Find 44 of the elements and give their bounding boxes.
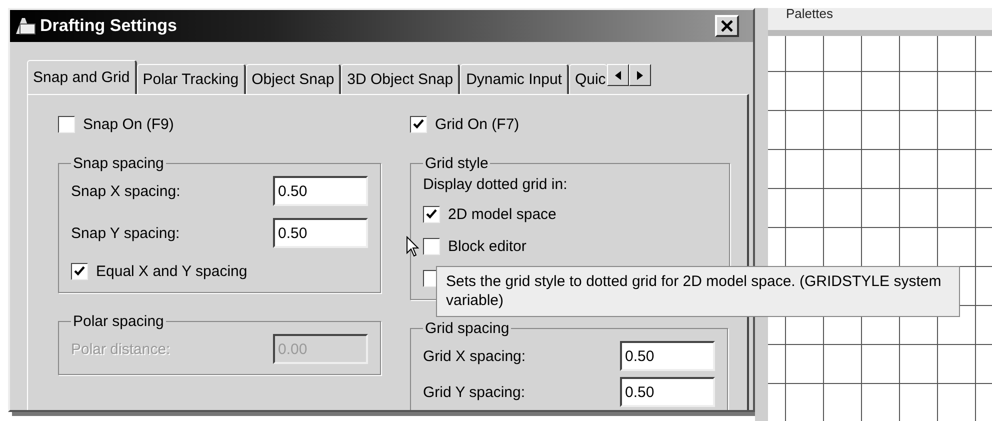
tab[interactable]: Polar Tracking [136,64,246,94]
app-logo-icon [14,16,36,36]
palette-title: Palettes [786,8,833,20]
field-label: Snap X spacing: [71,182,180,200]
field-label: Grid X spacing: [423,348,526,364]
tab[interactable]: Snap and Grid [27,60,137,94]
checkmark-icon [413,119,424,129]
input-field[interactable]: 0.50 [620,341,715,371]
checkbox[interactable] [410,116,427,132]
scroll-left-button[interactable] [606,64,629,86]
field-label: Snap Y spacing: [71,224,180,242]
window-title: Drafting Settings [40,16,178,36]
checkbox-label: Equal X and Y spacing [96,262,248,280]
tab[interactable]: Quic [568,64,607,94]
checkbox[interactable] [423,206,440,222]
checkmark-icon [74,266,85,276]
scroll-right-button[interactable] [628,64,651,86]
checkbox-label: Block editor [448,238,526,254]
group-title: Snap spacing [72,155,165,172]
input-field[interactable]: 0.50 [273,176,368,206]
checkbox-label: Grid On (F7) [435,116,520,132]
cursor-icon [406,236,420,258]
group-title: Grid style [424,155,490,172]
group-caption: Display dotted grid in: [423,176,568,193]
field-label: Grid Y spacing: [423,384,526,400]
checkbox[interactable] [423,238,440,254]
close-button[interactable] [715,15,739,37]
tab[interactable]: 3D Object Snap [341,64,460,94]
checkmark-icon [426,209,437,219]
input-field[interactable]: 0.50 [620,377,715,407]
right-triangle-icon [636,70,643,80]
group-title: Polar spacing [72,313,165,330]
checkbox[interactable] [58,116,75,132]
group-title: Grid spacing [424,320,510,337]
field-label: Polar distance: [71,340,170,358]
checkbox-label: 2D model space [448,206,556,222]
tab[interactable]: Dynamic Input [460,64,569,94]
close-icon [721,20,733,32]
tooltip: Sets the grid style to dotted grid for 2D model space. (GRIDSTYLE system variable) [436,266,960,317]
tab[interactable]: Object Snap [246,64,342,94]
checkbox-label: Snap On (F9) [83,116,174,132]
left-triangle-icon [614,70,621,80]
input-field[interactable]: 0.50 [273,218,368,248]
checkbox[interactable] [71,262,88,280]
